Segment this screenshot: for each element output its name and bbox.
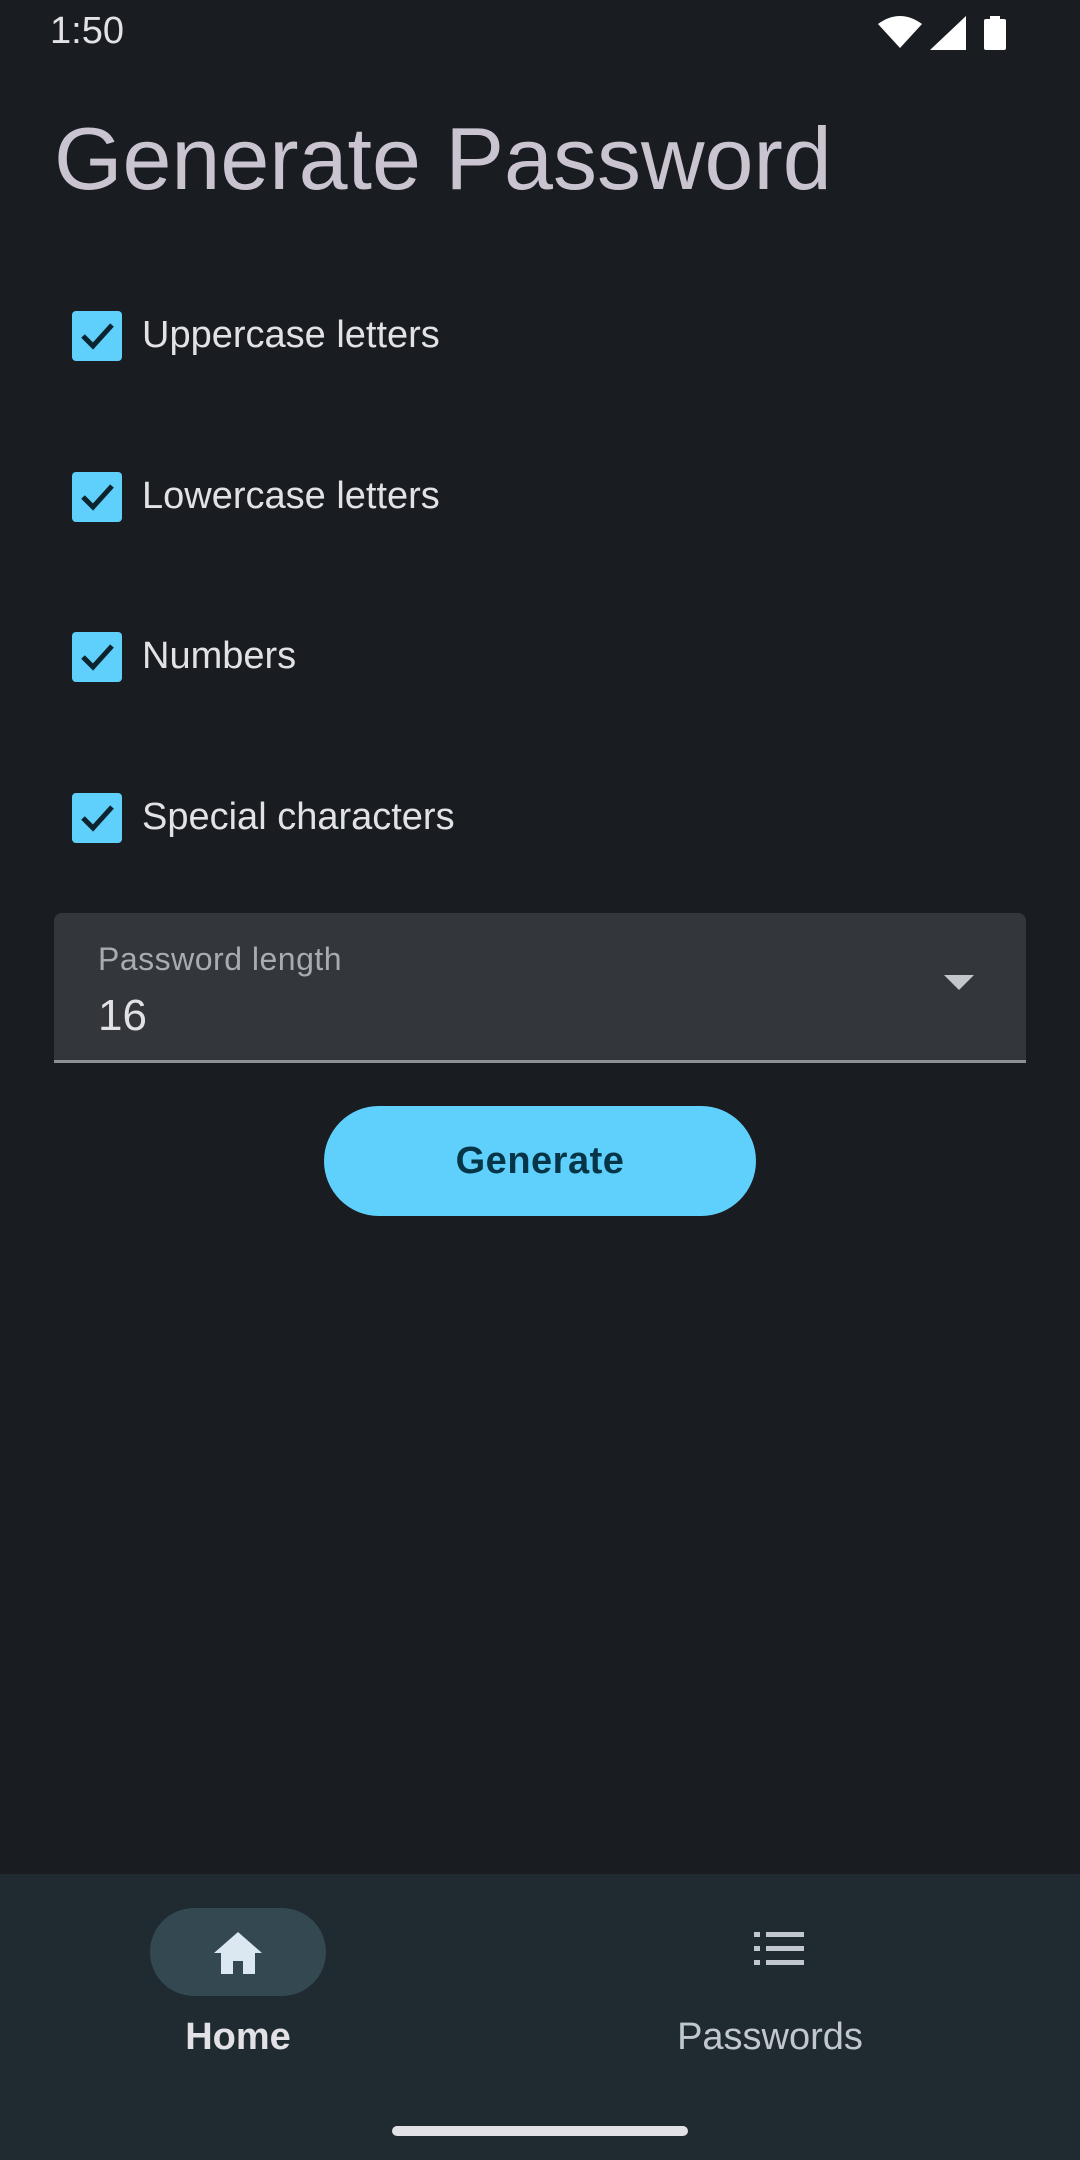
dropdown-arrow-icon[interactable]: [944, 975, 974, 991]
numbers-checkbox[interactable]: [72, 632, 122, 682]
battery-icon: [984, 16, 1006, 50]
nav-item-passwords[interactable]: Passwords: [540, 1874, 1080, 2094]
lowercase-checkbox[interactable]: [72, 472, 122, 522]
page-title: Generate Password: [54, 109, 832, 208]
bottom-navigation: Home Passwords: [0, 1874, 1080, 2160]
special-characters-checkbox-row[interactable]: Special characters: [72, 778, 772, 858]
password-length-value: 16: [98, 991, 147, 1040]
gesture-navigation-bar[interactable]: [392, 2126, 688, 2136]
nav-item-home[interactable]: Home: [0, 1874, 540, 2094]
lowercase-checkbox-row[interactable]: Lowercase letters: [72, 457, 772, 537]
nav-pill-inactive: [690, 1908, 866, 1996]
wifi-icon: [878, 16, 922, 48]
uppercase-label: Uppercase letters: [142, 314, 440, 356]
generate-button[interactable]: Generate: [324, 1106, 756, 1216]
checkmark-icon: [81, 323, 114, 350]
checkmark-icon: [81, 805, 114, 832]
status-time: 1:50: [50, 10, 124, 52]
list-icon: [754, 1932, 804, 1965]
special-characters-label: Special characters: [142, 796, 455, 838]
status-bar: 1:50: [0, 0, 1080, 66]
lowercase-label: Lowercase letters: [142, 475, 440, 517]
home-icon: [214, 1932, 262, 1974]
checkmark-icon: [81, 484, 114, 511]
password-length-label: Password length: [98, 941, 343, 977]
uppercase-checkbox-row[interactable]: Uppercase letters: [72, 296, 772, 376]
password-length-dropdown[interactable]: Password length 16: [54, 913, 1026, 1063]
uppercase-checkbox[interactable]: [72, 311, 122, 361]
nav-label-passwords: Passwords: [677, 2016, 863, 2058]
cellular-signal-icon: [930, 16, 966, 50]
checkmark-icon: [81, 644, 114, 671]
numbers-label: Numbers: [142, 635, 297, 677]
numbers-checkbox-row[interactable]: Numbers: [72, 617, 772, 697]
nav-active-indicator: [150, 1908, 326, 1996]
special-characters-checkbox[interactable]: [72, 793, 122, 843]
